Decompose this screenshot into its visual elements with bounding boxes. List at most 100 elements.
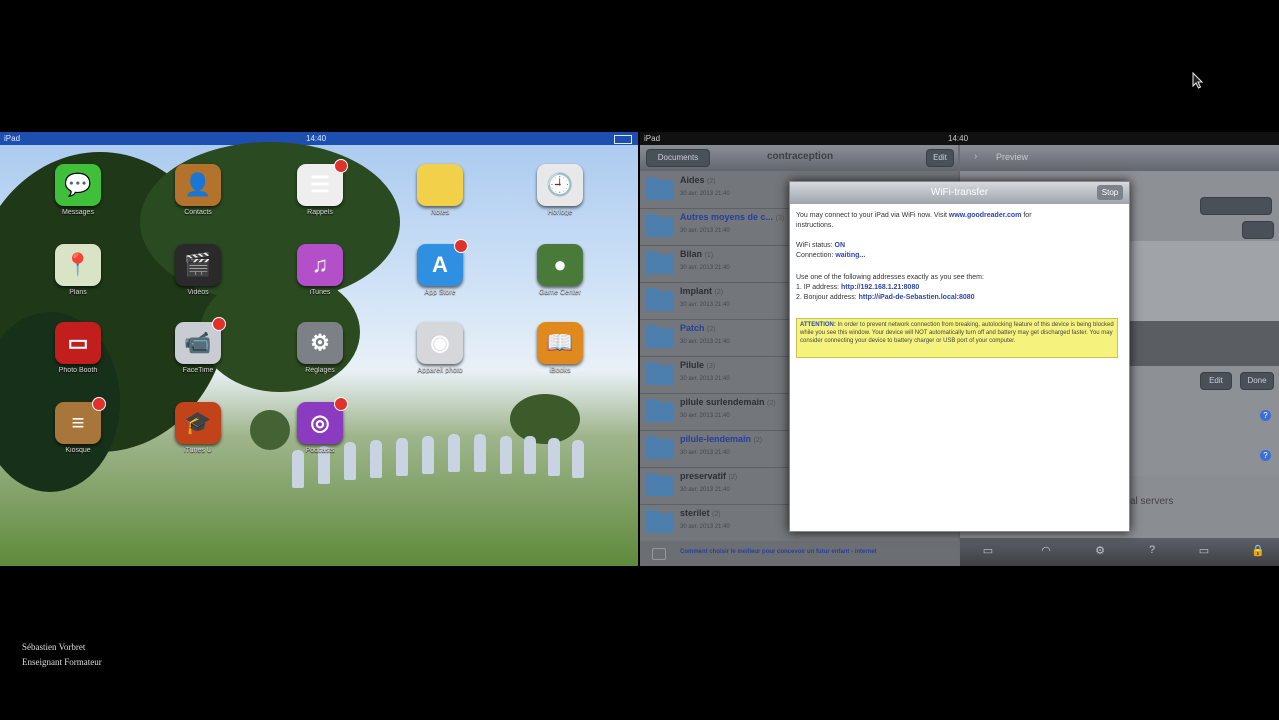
connection-line: Connection: waiting... xyxy=(796,252,865,259)
itunes-u-icon: 🎓 xyxy=(175,402,221,444)
app-podcasts[interactable]: ◎ Podcasts xyxy=(285,397,355,472)
folder-icon xyxy=(646,473,674,496)
wifi-status-value: ON xyxy=(834,242,846,249)
folder-name: Aides (2) xyxy=(680,175,716,185)
folder-date: 30 avr. 2013 21:40 xyxy=(680,191,730,197)
app-contacts[interactable]: 👤 Contacts xyxy=(163,164,233,234)
carrier-label-right: iPad xyxy=(644,134,661,143)
bonjour-address-line: 2. Bonjour address: http://iPad-de-Sebas… xyxy=(796,294,975,301)
edit-panel-button[interactable]: Edit xyxy=(1200,372,1232,390)
gear-icon[interactable]: ⚙ xyxy=(1092,544,1108,558)
panel-button[interactable] xyxy=(1200,197,1272,215)
app-videos[interactable]: 🎬 Vidéos xyxy=(163,244,233,314)
done-panel-button[interactable]: Done xyxy=(1240,372,1274,390)
bottom-link[interactable]: Comment choisir le meilleur pour concevo… xyxy=(680,549,877,555)
app-clock[interactable]: 🕘 Horloge xyxy=(525,164,595,234)
folder-date: 30 avr. 2013 21:40 xyxy=(680,376,730,382)
tab-bar: ▭ ◠ ⚙ ? ▭ 🔒 xyxy=(960,538,1279,566)
app-messages[interactable]: 💬 Messages xyxy=(43,164,113,234)
folder-name: Pilule (3) xyxy=(680,360,715,370)
folder-name: sterilet (2) xyxy=(680,508,721,518)
edit-button[interactable]: Edit xyxy=(926,149,954,167)
app-label: Vidéos xyxy=(187,289,209,296)
ip-address: http://192.168.1.21:8080 xyxy=(841,284,920,291)
goodreader-link[interactable]: www.goodreader.com xyxy=(949,212,1021,219)
app-label: Game Center xyxy=(538,289,582,296)
folder-icon xyxy=(646,399,674,422)
settings-icon: ⚙ xyxy=(297,322,343,364)
maps-icon: 📍 xyxy=(55,244,101,286)
app-newsstand[interactable]: ≡ Kiosque xyxy=(43,397,113,472)
addresses-intro: Use one of the following addresses exact… xyxy=(796,274,984,281)
intro-line: You may connect to your iPad via WiFi no… xyxy=(796,212,1032,219)
app-label: FaceTime xyxy=(182,367,214,374)
folder-icon xyxy=(646,362,674,385)
app-camera[interactable]: ◉ Appareil photo xyxy=(405,322,475,392)
attention-box: ATTENTION: In order to prevent network c… xyxy=(796,318,1118,358)
folder-name-text: preservatif xyxy=(680,471,727,481)
bonjour-label: 2. Bonjour address: xyxy=(796,294,857,301)
folder-name: pilule surlendemain (2) xyxy=(680,397,776,407)
folder-icon xyxy=(646,288,674,311)
app-game-center[interactable]: ● Game Center xyxy=(525,244,595,314)
folder-name-text: Aides xyxy=(680,175,705,185)
info-icon[interactable]: ? xyxy=(1260,450,1271,461)
status-bar-right: iPad 14:40 xyxy=(640,132,1279,145)
info-icon[interactable]: ? xyxy=(1260,410,1271,421)
folder-count: (2) xyxy=(753,437,763,444)
folder-name-text: pilule surlendemain xyxy=(680,397,765,407)
mouse-cursor-icon xyxy=(1192,72,1204,89)
folder-name: Autres moyens de c... (3) xyxy=(680,212,784,222)
folder-name: Patch (2) xyxy=(680,323,716,333)
wifi-status-label: WiFi status: xyxy=(796,242,833,249)
app-notes[interactable]: Notes xyxy=(405,164,475,234)
folder-count: (2) xyxy=(714,289,724,296)
app-maps[interactable]: 📍 Plans xyxy=(43,244,113,314)
app-itunes[interactable]: ♫ iTunes xyxy=(285,244,355,314)
back-button[interactable]: Documents xyxy=(646,149,710,167)
attention-label: ATTENTION: xyxy=(800,322,836,328)
folder-name-text: sterilet xyxy=(680,508,710,518)
panel-button[interactable] xyxy=(1242,221,1274,239)
wifi-transfer-dialog: WiFi-transfer Stop You may connect to yo… xyxy=(789,181,1130,532)
folder-date: 30 avr. 2013 21:40 xyxy=(680,524,730,530)
briefcase-icon[interactable]: ▭ xyxy=(980,544,996,558)
stop-button[interactable]: Stop xyxy=(1097,185,1123,200)
folder-icon xyxy=(646,251,674,274)
app-app-store[interactable]: A App Store xyxy=(405,239,475,314)
app-photo-booth[interactable]: ▭ Photo Booth xyxy=(43,322,113,392)
app-label: App Store xyxy=(424,289,456,296)
folder-count: (3) xyxy=(775,215,785,222)
lock-icon[interactable]: 🔒 xyxy=(1250,544,1266,558)
intro-suffix: for xyxy=(1023,212,1032,219)
ip-label: 1. IP address: xyxy=(796,284,840,291)
connection-value: waiting... xyxy=(835,252,866,259)
app-store-icon: A xyxy=(417,239,468,286)
game-center-icon: ● xyxy=(537,244,583,286)
carrier-label: iPad xyxy=(4,134,21,143)
ip-address-line: 1. IP address: http://192.168.1.21:8080 xyxy=(796,284,919,291)
folder-date: 30 avr. 2013 21:40 xyxy=(680,265,730,271)
app-itunes-u[interactable]: 🎓 iTunes U xyxy=(163,402,233,472)
preview-label[interactable]: Preview xyxy=(996,152,1028,162)
folder-icon xyxy=(646,214,674,237)
wifi-icon[interactable]: ◠ xyxy=(1038,544,1054,558)
credits: Sébastien Vorbret Enseignant Formateur xyxy=(22,640,102,670)
battery-icon xyxy=(614,135,632,144)
attention-text: In order to prevent network connection f… xyxy=(800,322,1114,344)
folder-count: (2) xyxy=(767,400,776,407)
app-facetime[interactable]: 📹 FaceTime xyxy=(163,317,233,392)
app-reminders[interactable]: ☰ Rappels xyxy=(285,159,355,234)
status-bar: iPad 14:40 xyxy=(0,132,638,145)
screen-icon[interactable]: ▭ xyxy=(1196,544,1212,558)
folder-count: (2) xyxy=(712,511,721,518)
itunes-icon: ♫ xyxy=(297,244,343,286)
app-ibooks[interactable]: 📖 iBooks xyxy=(525,322,595,392)
ibooks-icon: 📖 xyxy=(537,322,583,364)
notification-badge xyxy=(212,317,226,331)
app-label: Contacts xyxy=(184,209,212,216)
help-icon[interactable]: ? xyxy=(1144,544,1160,558)
app-settings[interactable]: ⚙ Réglages xyxy=(285,322,355,392)
folder-count: (1) xyxy=(704,252,714,259)
notification-badge xyxy=(334,159,348,173)
